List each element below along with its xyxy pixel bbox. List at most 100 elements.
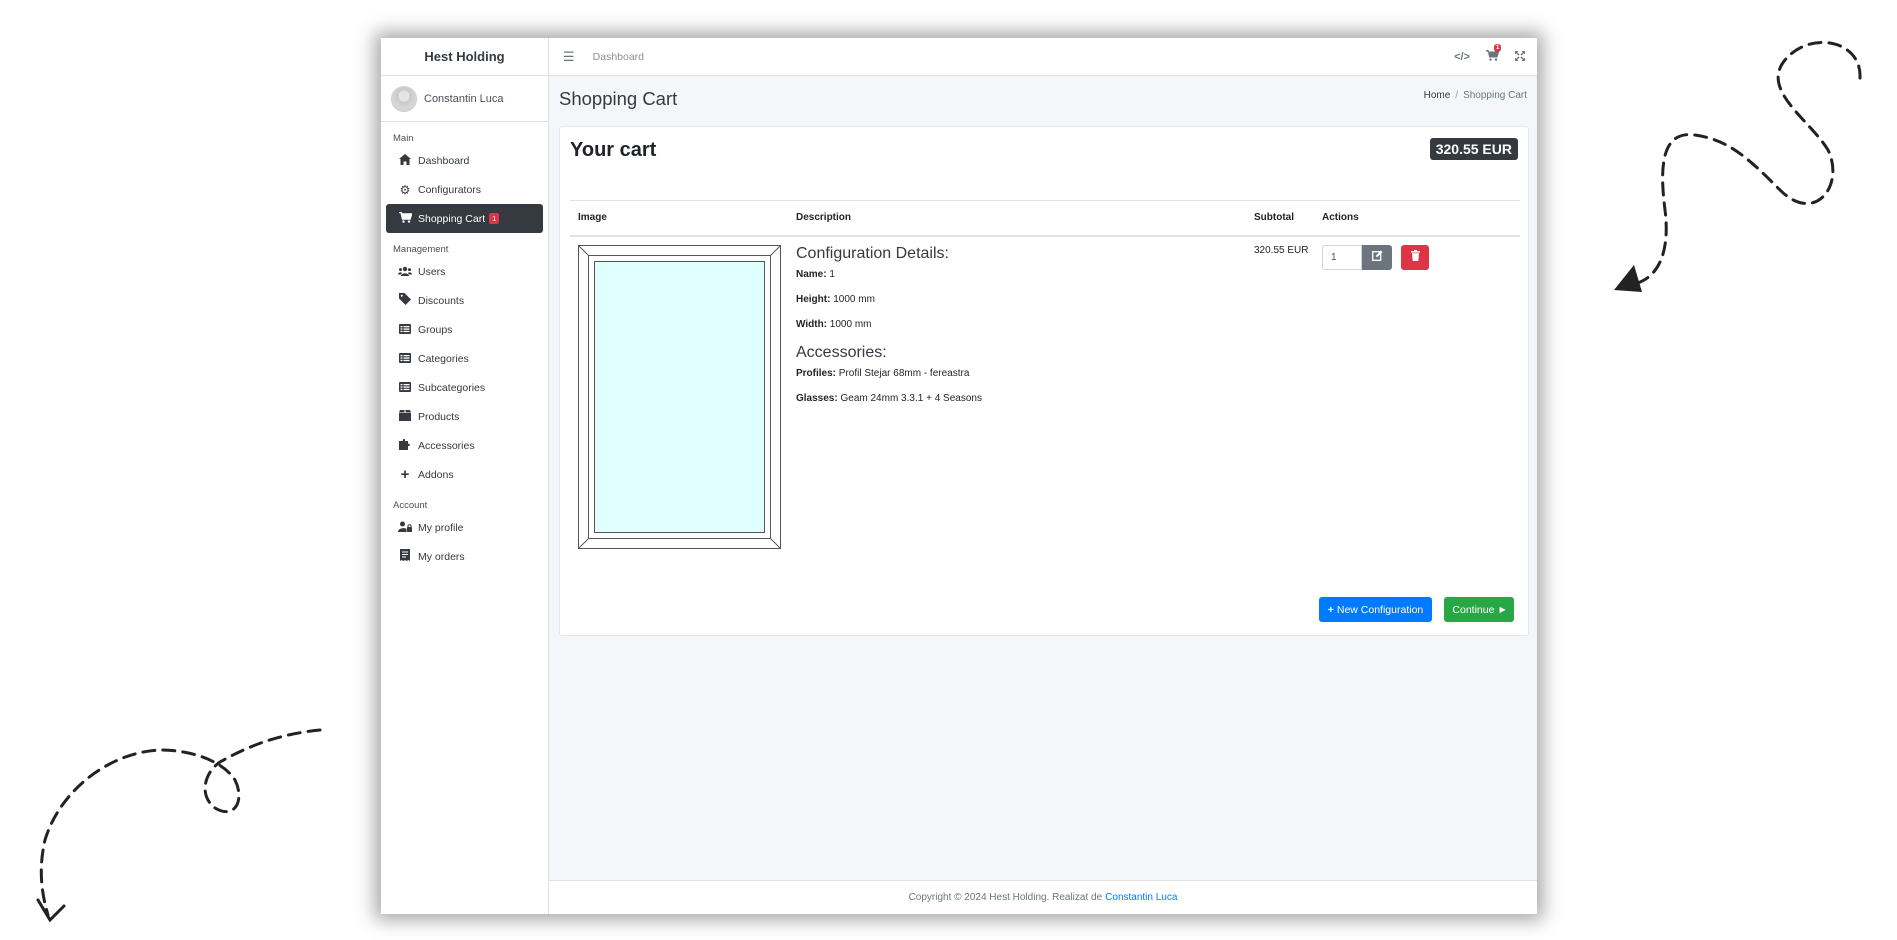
breadcrumb-home-link[interactable]: Home xyxy=(1424,90,1451,101)
sidebar-item-groups[interactable]: Groups xyxy=(386,315,543,344)
browser-window: Hest Holding Constantin Luca Main Dashbo… xyxy=(381,38,1537,914)
avatar xyxy=(391,85,417,112)
breadcrumb-separator: / xyxy=(1455,90,1459,101)
sidebar-item-label: Products xyxy=(418,410,460,423)
sidebar-item-label: Configurators xyxy=(418,183,482,196)
cart-card: Your cart 320.55 EUR Image Description S… xyxy=(559,126,1529,636)
sidebar-item-label: My profile xyxy=(418,521,464,534)
nav-header-account: Account xyxy=(393,500,428,511)
quantity-input[interactable]: 1 xyxy=(1322,244,1362,270)
list-icon xyxy=(398,352,412,366)
nav-header-management: Management xyxy=(393,244,449,255)
breadcrumb: Home / Shopping Cart xyxy=(1424,90,1527,101)
main-content: Shopping Cart Home / Shopping Cart Your ca… xyxy=(549,76,1537,880)
sidebar-item-discounts[interactable]: Discounts xyxy=(386,286,543,315)
sidebar-item-label: Categories xyxy=(418,352,469,365)
page-title: Shopping Cart xyxy=(559,88,678,109)
user-lock-icon xyxy=(398,521,412,535)
delete-button[interactable] xyxy=(1401,244,1429,270)
sidebar-item-shopping-cart[interactable]: Shopping Cart 1 xyxy=(386,204,543,233)
accessories-heading: Accessories: xyxy=(796,343,887,361)
item-subtotal: 320.55 EUR xyxy=(1254,244,1309,256)
config-height-line: Height: 1000 mm xyxy=(796,294,1246,305)
continue-button[interactable]: Continue ▶ xyxy=(1444,597,1514,622)
sidebar-item-label: Addons xyxy=(418,468,454,481)
sidebar-item-label: Shopping Cart xyxy=(418,212,486,225)
cart-title: Your cart xyxy=(570,139,657,161)
sidebar-item-subcategories[interactable]: Subcategories xyxy=(386,373,543,402)
top-navbar: ☰ Dashboard </> 1 xyxy=(549,38,1537,76)
config-profiles-value: Profil Stejar 68mm - fereastra xyxy=(838,367,970,379)
column-header-image: Image xyxy=(570,200,788,237)
sidebar-item-my-orders[interactable]: My orders xyxy=(386,542,543,571)
sidebar-item-label: Discounts xyxy=(418,294,465,307)
dashed-arrow-top-right-decoration xyxy=(1614,40,1862,292)
config-name-value: 1 xyxy=(829,268,835,280)
list-icon xyxy=(398,381,412,395)
sidebar-item-categories[interactable]: Categories xyxy=(386,344,543,373)
sidebar-item-label: My orders xyxy=(418,550,465,563)
stage: Hest Holding Constantin Luca Main Dashbo… xyxy=(0,0,1897,940)
config-profiles-label: Profiles: xyxy=(796,367,837,379)
config-name-label: Name: xyxy=(796,268,827,280)
sidebar-item-label: Groups xyxy=(418,323,453,336)
sidebar-item-label: Dashboard xyxy=(418,154,470,167)
table-header-row: Image Description Subtotal Actions xyxy=(570,200,1520,237)
cart-total-badge: 320.55 EUR xyxy=(1429,138,1518,160)
gear-icon: ⚙ xyxy=(399,182,411,197)
edit-button[interactable] xyxy=(1362,244,1392,270)
sidebar-item-my-profile[interactable]: My profile xyxy=(386,513,543,542)
nav-header-main: Main xyxy=(393,133,414,144)
caret-right-icon: ▶ xyxy=(1499,605,1506,614)
sidebar-item-users[interactable]: Users xyxy=(386,257,543,286)
cart-count-badge: 1 xyxy=(489,213,500,224)
trash-icon xyxy=(1410,250,1420,264)
product-image-cell xyxy=(570,236,788,552)
sidebar-item-configurators[interactable]: ⚙ Configurators xyxy=(386,175,543,204)
list-icon xyxy=(398,323,412,337)
config-glasses-label: Glasses: xyxy=(796,392,838,404)
code-icon[interactable]: </> xyxy=(1454,51,1470,63)
footer: Copyright © 2024 Hest Holding. Realizat … xyxy=(549,880,1537,914)
brand-logo-text[interactable]: Hest Holding xyxy=(381,38,548,76)
table-row: Configuration Details: Name: 1 Height: 1… xyxy=(570,236,1520,552)
dashed-arrow-bottom-left-decoration xyxy=(36,728,322,923)
footer-copyright: Copyright © 2024 Hest Holding. Realizat … xyxy=(908,892,1103,903)
home-icon xyxy=(398,153,412,168)
users-icon xyxy=(398,265,412,279)
box-icon xyxy=(398,409,412,424)
sidebar-item-label: Accessories xyxy=(418,439,475,452)
cart-icon xyxy=(398,211,413,226)
sidebar-item-label: Subcategories xyxy=(418,381,486,394)
actions-cell: 1 xyxy=(1314,236,1520,552)
tag-icon xyxy=(398,293,412,308)
sidebar-item-dashboard[interactable]: Dashboard xyxy=(386,146,543,175)
config-glasses-line: Glasses: Geam 24mm 3.3.1 + 4 Seasons xyxy=(796,393,1246,404)
sidebar-item-products[interactable]: Products xyxy=(386,402,543,431)
config-glasses-value: Geam 24mm 3.3.1 + 4 Seasons xyxy=(840,392,982,404)
config-height-value: 1000 mm xyxy=(833,293,875,305)
top-nav-dashboard-link[interactable]: Dashboard xyxy=(593,51,644,63)
sidebar-item-addons[interactable]: + Addons xyxy=(386,460,543,489)
sidebar-item-accessories[interactable]: Accessories xyxy=(386,431,543,460)
config-height-label: Height: xyxy=(796,293,831,305)
new-configuration-button[interactable]: + New Configuration xyxy=(1319,597,1432,622)
new-configuration-label: New Configuration xyxy=(1336,603,1424,616)
hamburger-menu-icon[interactable]: ☰ xyxy=(563,49,575,65)
cart-table: Image Description Subtotal Actions Confi… xyxy=(570,200,1520,552)
window-configuration-image xyxy=(578,244,781,549)
continue-label: Continue xyxy=(1452,603,1495,616)
receipt-icon xyxy=(398,549,412,564)
plus-icon: + xyxy=(400,466,410,483)
sidebar-item-label: Users xyxy=(418,265,446,278)
config-width-label: Width: xyxy=(796,318,828,330)
cart-icon[interactable]: 1 xyxy=(1485,44,1502,64)
footer-author-link[interactable]: Constantin Luca xyxy=(1105,892,1177,903)
config-name-line: Name: 1 xyxy=(796,269,1246,280)
user-panel[interactable]: Constantin Luca xyxy=(381,76,548,122)
column-header-actions: Actions xyxy=(1314,200,1520,237)
edit-icon xyxy=(1371,250,1383,264)
item-actions: 1 xyxy=(1322,244,1520,270)
column-header-description: Description xyxy=(788,200,1246,237)
fullscreen-icon[interactable] xyxy=(1515,50,1525,64)
